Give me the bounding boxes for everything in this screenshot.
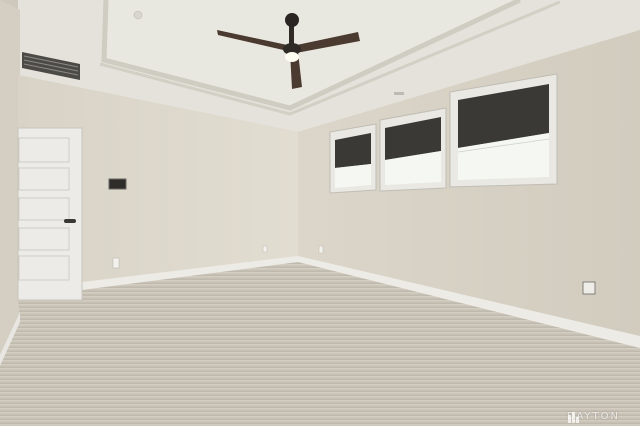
outlet-icon [112,257,120,269]
door-handle [64,219,76,223]
room-illustration [0,0,640,426]
left-side-wall [0,0,20,365]
watermark-logo-icon [567,412,579,423]
window-1 [329,123,377,194]
door [17,127,83,301]
window-3 [449,73,558,188]
window-2 [379,107,447,192]
watermark: DAYTON [567,411,620,423]
thermostat-icon [108,178,127,190]
empty-bedroom-photo: DAYTON [0,0,640,426]
